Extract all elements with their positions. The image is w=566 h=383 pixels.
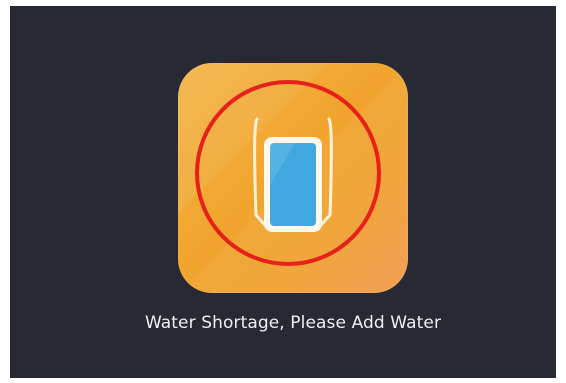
water-tank-icon	[253, 117, 333, 232]
status-message: Water Shortage, Please Add Water	[144, 313, 442, 333]
device-screen: Water Shortage, Please Add Water	[10, 6, 556, 378]
water-alert-tile	[178, 63, 408, 293]
